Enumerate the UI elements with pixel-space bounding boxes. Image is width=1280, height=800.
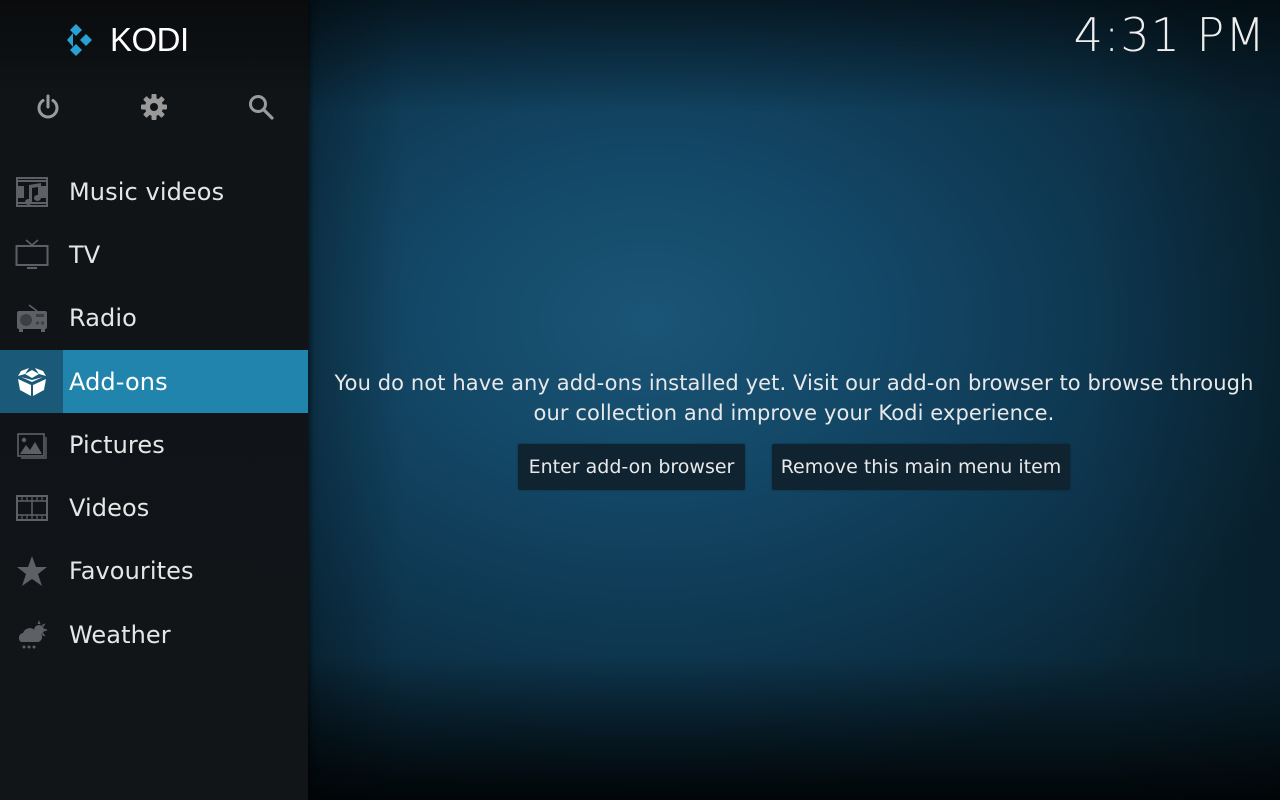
addons-empty-state: You do not have any add-ons installed ye… [308, 368, 1280, 490]
kodi-logo: KODI [58, 20, 189, 60]
menu-item-radio[interactable]: Radio [0, 287, 308, 350]
menu-item-label: Pictures [69, 430, 165, 459]
action-buttons: Enter add-on browser Remove this main me… [308, 444, 1280, 490]
power-icon [37, 94, 59, 119]
top-icons-bar [0, 86, 308, 128]
menu-icon-box [0, 349, 63, 414]
menu-icon-box [0, 603, 63, 666]
tv-icon [15, 239, 48, 269]
menu-item-label: Weather [69, 620, 171, 649]
weather-icon [18, 619, 48, 649]
gear-icon [141, 94, 167, 120]
menu-icon-box [0, 160, 63, 223]
music-video-icon [15, 176, 48, 207]
menu-icon-box [0, 223, 63, 286]
menu-item-add-ons[interactable]: Add-ons [0, 349, 308, 414]
sidebar: KODI Music videos TV Radio Add-ons Pictu… [0, 0, 308, 800]
radio-icon [16, 304, 47, 333]
pictures-icon [16, 433, 47, 459]
kodi-logo-icon [67, 24, 92, 56]
menu-item-music-videos[interactable]: Music videos [0, 160, 308, 223]
menu-item-label: Add-ons [69, 367, 168, 396]
menu-item-label: Videos [69, 494, 150, 523]
enter-addon-browser-button[interactable]: Enter add-on browser [518, 444, 745, 490]
menu-item-label: Radio [69, 304, 137, 333]
film-icon [15, 495, 48, 522]
clock: 4:31 PM [1073, 8, 1266, 62]
menu-item-label: Music videos [69, 177, 225, 206]
menu-item-label: Favourites [69, 557, 194, 586]
menu-item-weather[interactable]: Weather [0, 603, 308, 666]
remove-menu-item-button[interactable]: Remove this main menu item [772, 444, 1070, 490]
menu-item-label: TV [69, 240, 101, 269]
search-button[interactable] [240, 86, 282, 128]
menu-icon-box [0, 413, 63, 476]
menu-icon-box [0, 540, 63, 603]
kodi-home-screen: KODI Music videos TV Radio Add-ons Pictu… [0, 0, 1280, 800]
menu-item-pictures[interactable]: Pictures [0, 413, 308, 476]
settings-button[interactable] [133, 86, 175, 128]
power-button[interactable] [27, 86, 69, 128]
app-name: KODI [110, 21, 189, 58]
menu-item-tv[interactable]: TV [0, 223, 308, 286]
menu-icon-box [0, 476, 63, 539]
main-menu: Music videos TV Radio Add-ons Pictures V… [0, 160, 308, 666]
addons-box-icon [17, 367, 46, 396]
star-icon [16, 556, 47, 587]
search-icon [249, 95, 274, 120]
empty-message: You do not have any add-ons installed ye… [334, 371, 1254, 425]
menu-item-favourites[interactable]: Favourites [0, 540, 308, 603]
menu-icon-box [0, 287, 63, 350]
menu-item-videos[interactable]: Videos [0, 476, 308, 539]
